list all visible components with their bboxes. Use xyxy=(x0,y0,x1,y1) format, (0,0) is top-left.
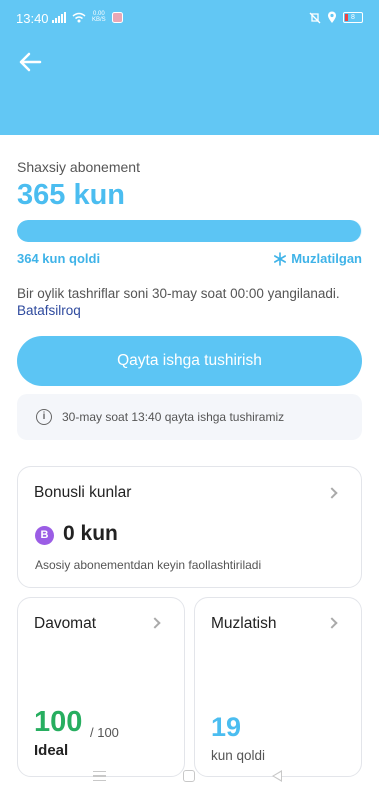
restart-notice: i 30-may soat 13:40 qayta ishga tushiram… xyxy=(17,394,362,440)
chevron-right-icon xyxy=(326,487,338,499)
chevron-right-icon xyxy=(149,617,161,629)
net-speed: 0.00 KB/S xyxy=(92,11,106,23)
home-icon[interactable] xyxy=(183,770,195,782)
visits-info: Bir oylik tashriflar soni 30-may soat 00… xyxy=(17,285,362,319)
restart-button[interactable]: Qayta ishga tushirish xyxy=(17,336,362,386)
signal-icon xyxy=(52,11,66,23)
attendance-card[interactable]: Davomat 100 / 100 Ideal xyxy=(17,597,185,777)
frozen-status-label: Muzlatilgan xyxy=(291,251,362,266)
chevron-right-icon xyxy=(326,617,338,629)
freeze-card[interactable]: Muzlatish 19 kun qoldi xyxy=(194,597,362,777)
bonus-badge-icon: B xyxy=(35,526,54,545)
freeze-days-value: 19 xyxy=(211,712,242,742)
bonus-days-value: 0 kun xyxy=(63,522,118,545)
attendance-value: 100 xyxy=(34,706,83,738)
info-icon: i xyxy=(36,409,52,425)
attendance-max: / 100 xyxy=(90,725,119,740)
back-arrow-icon[interactable] xyxy=(16,48,44,76)
back-icon[interactable] xyxy=(272,770,282,782)
mute-icon xyxy=(309,12,321,23)
bonus-note: Asosiy abonementdan keyin faollashtirila… xyxy=(35,558,262,572)
status-bar: 13:40 0.00 KB/S 8 xyxy=(0,0,379,36)
visits-info-text: Bir oylik tashriflar soni 30-may soat 00… xyxy=(17,286,340,301)
status-right-icons: 8 xyxy=(309,11,363,24)
attendance-label: Ideal xyxy=(34,742,69,759)
bonus-card-title: Bonusli kunlar xyxy=(34,484,132,501)
location-icon xyxy=(328,11,336,23)
attendance-card-title: Davomat xyxy=(34,615,97,632)
recent-apps-icon[interactable] xyxy=(93,771,106,781)
freeze-days-label: kun qoldi xyxy=(211,748,266,763)
net-speed-unit: KB/S xyxy=(92,17,106,23)
progress-fill xyxy=(17,220,361,242)
subscription-total-days: 365 kun xyxy=(17,179,125,211)
subscription-label: Shaxsiy abonement xyxy=(17,159,140,175)
subscription-progress-bar xyxy=(17,220,362,242)
days-left: 364 kun qoldi xyxy=(17,251,101,266)
system-nav-bar xyxy=(0,763,379,789)
frozen-status[interactable]: Muzlatilgan xyxy=(273,251,362,266)
battery-icon: 8 xyxy=(343,12,363,23)
freeze-card-title: Muzlatish xyxy=(211,615,277,632)
notification-icon xyxy=(111,11,123,23)
snowflake-icon xyxy=(274,251,287,266)
notice-text: 30-may soat 13:40 qayta ishga tushiramiz xyxy=(62,410,285,424)
status-time: 13:40 xyxy=(16,11,49,26)
bonus-days-card[interactable]: Bonusli kunlar B 0 kun Asosiy abonementd… xyxy=(17,466,362,588)
main-content: Shaxsiy abonement 365 kun 364 kun qoldi … xyxy=(0,135,379,800)
status-left-icons: 0.00 KB/S xyxy=(52,11,123,23)
header xyxy=(0,36,379,135)
more-details-link[interactable]: Batafsilroq xyxy=(17,303,81,318)
wifi-icon xyxy=(72,12,86,22)
